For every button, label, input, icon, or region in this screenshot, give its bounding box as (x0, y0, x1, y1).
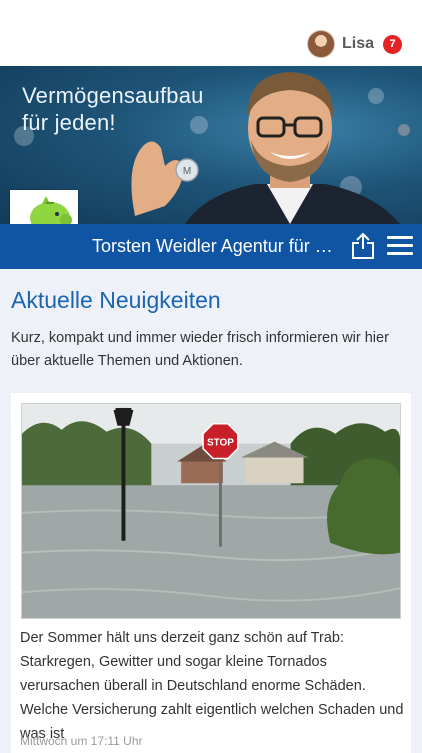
top-bar: Lisa 7 (0, 0, 422, 66)
news-image[interactable]: STOP (21, 403, 401, 619)
hamburger-menu-button[interactable] (387, 236, 413, 256)
section-intro: Kurz, kompakt und immer wieder frisch in… (11, 330, 389, 369)
notification-badge[interactable]: 7 (383, 34, 402, 54)
hamburger-menu-icon-bar (387, 244, 413, 247)
share-button[interactable] (351, 232, 375, 260)
agency-title-bar: Torsten Weidler Agentur für D... (0, 224, 422, 269)
user-name[interactable]: Lisa (342, 35, 374, 53)
share-icon (352, 232, 374, 259)
agency-title[interactable]: Torsten Weidler Agentur für D... (92, 236, 342, 257)
avatar[interactable] (306, 30, 335, 58)
banner-person-image: M (131, 72, 400, 224)
hamburger-menu-icon-bar (387, 236, 413, 239)
news-card[interactable]: STOP Der Sommer hält uns derzeit ganz sc… (11, 393, 411, 753)
news-text: Der Sommer hält uns derzeit ganz schön a… (20, 630, 404, 742)
section-title: Aktuelle Neuigkeiten (11, 287, 221, 313)
news-timestamp: Mittwoch um 17:11 Uhr (20, 734, 143, 748)
hamburger-menu-icon-bar (387, 252, 413, 255)
user-profile[interactable]: Lisa 7 (306, 29, 402, 59)
svg-text:M: M (183, 166, 191, 177)
stop-sign-text: STOP (207, 438, 234, 449)
